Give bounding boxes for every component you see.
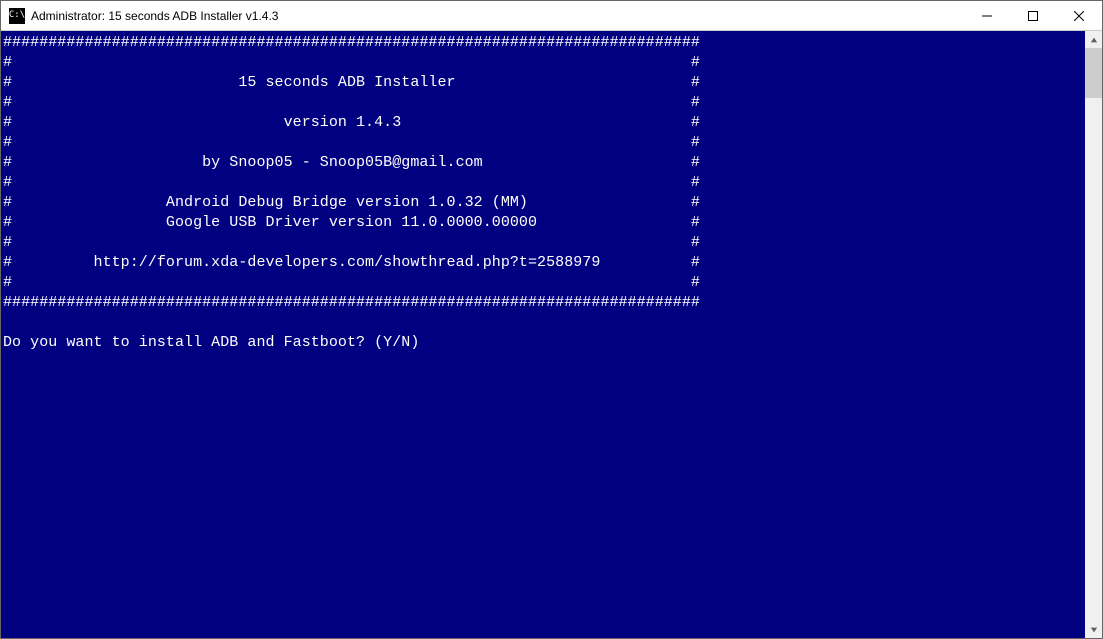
cmd-icon: C:\ <box>9 8 25 24</box>
maximize-button[interactable] <box>1010 1 1056 30</box>
window-controls <box>964 1 1102 30</box>
close-button[interactable] <box>1056 1 1102 30</box>
scroll-up-arrow-icon[interactable] <box>1085 31 1102 48</box>
vertical-scrollbar[interactable] <box>1085 31 1102 638</box>
console-wrapper: ########################################… <box>1 31 1102 638</box>
scroll-thumb[interactable] <box>1085 48 1102 98</box>
console-output[interactable]: ########################################… <box>1 31 1085 638</box>
minimize-button[interactable] <box>964 1 1010 30</box>
scroll-down-arrow-icon[interactable] <box>1085 621 1102 638</box>
titlebar[interactable]: C:\ Administrator: 15 seconds ADB Instal… <box>1 1 1102 31</box>
window-title: Administrator: 15 seconds ADB Installer … <box>31 9 964 23</box>
